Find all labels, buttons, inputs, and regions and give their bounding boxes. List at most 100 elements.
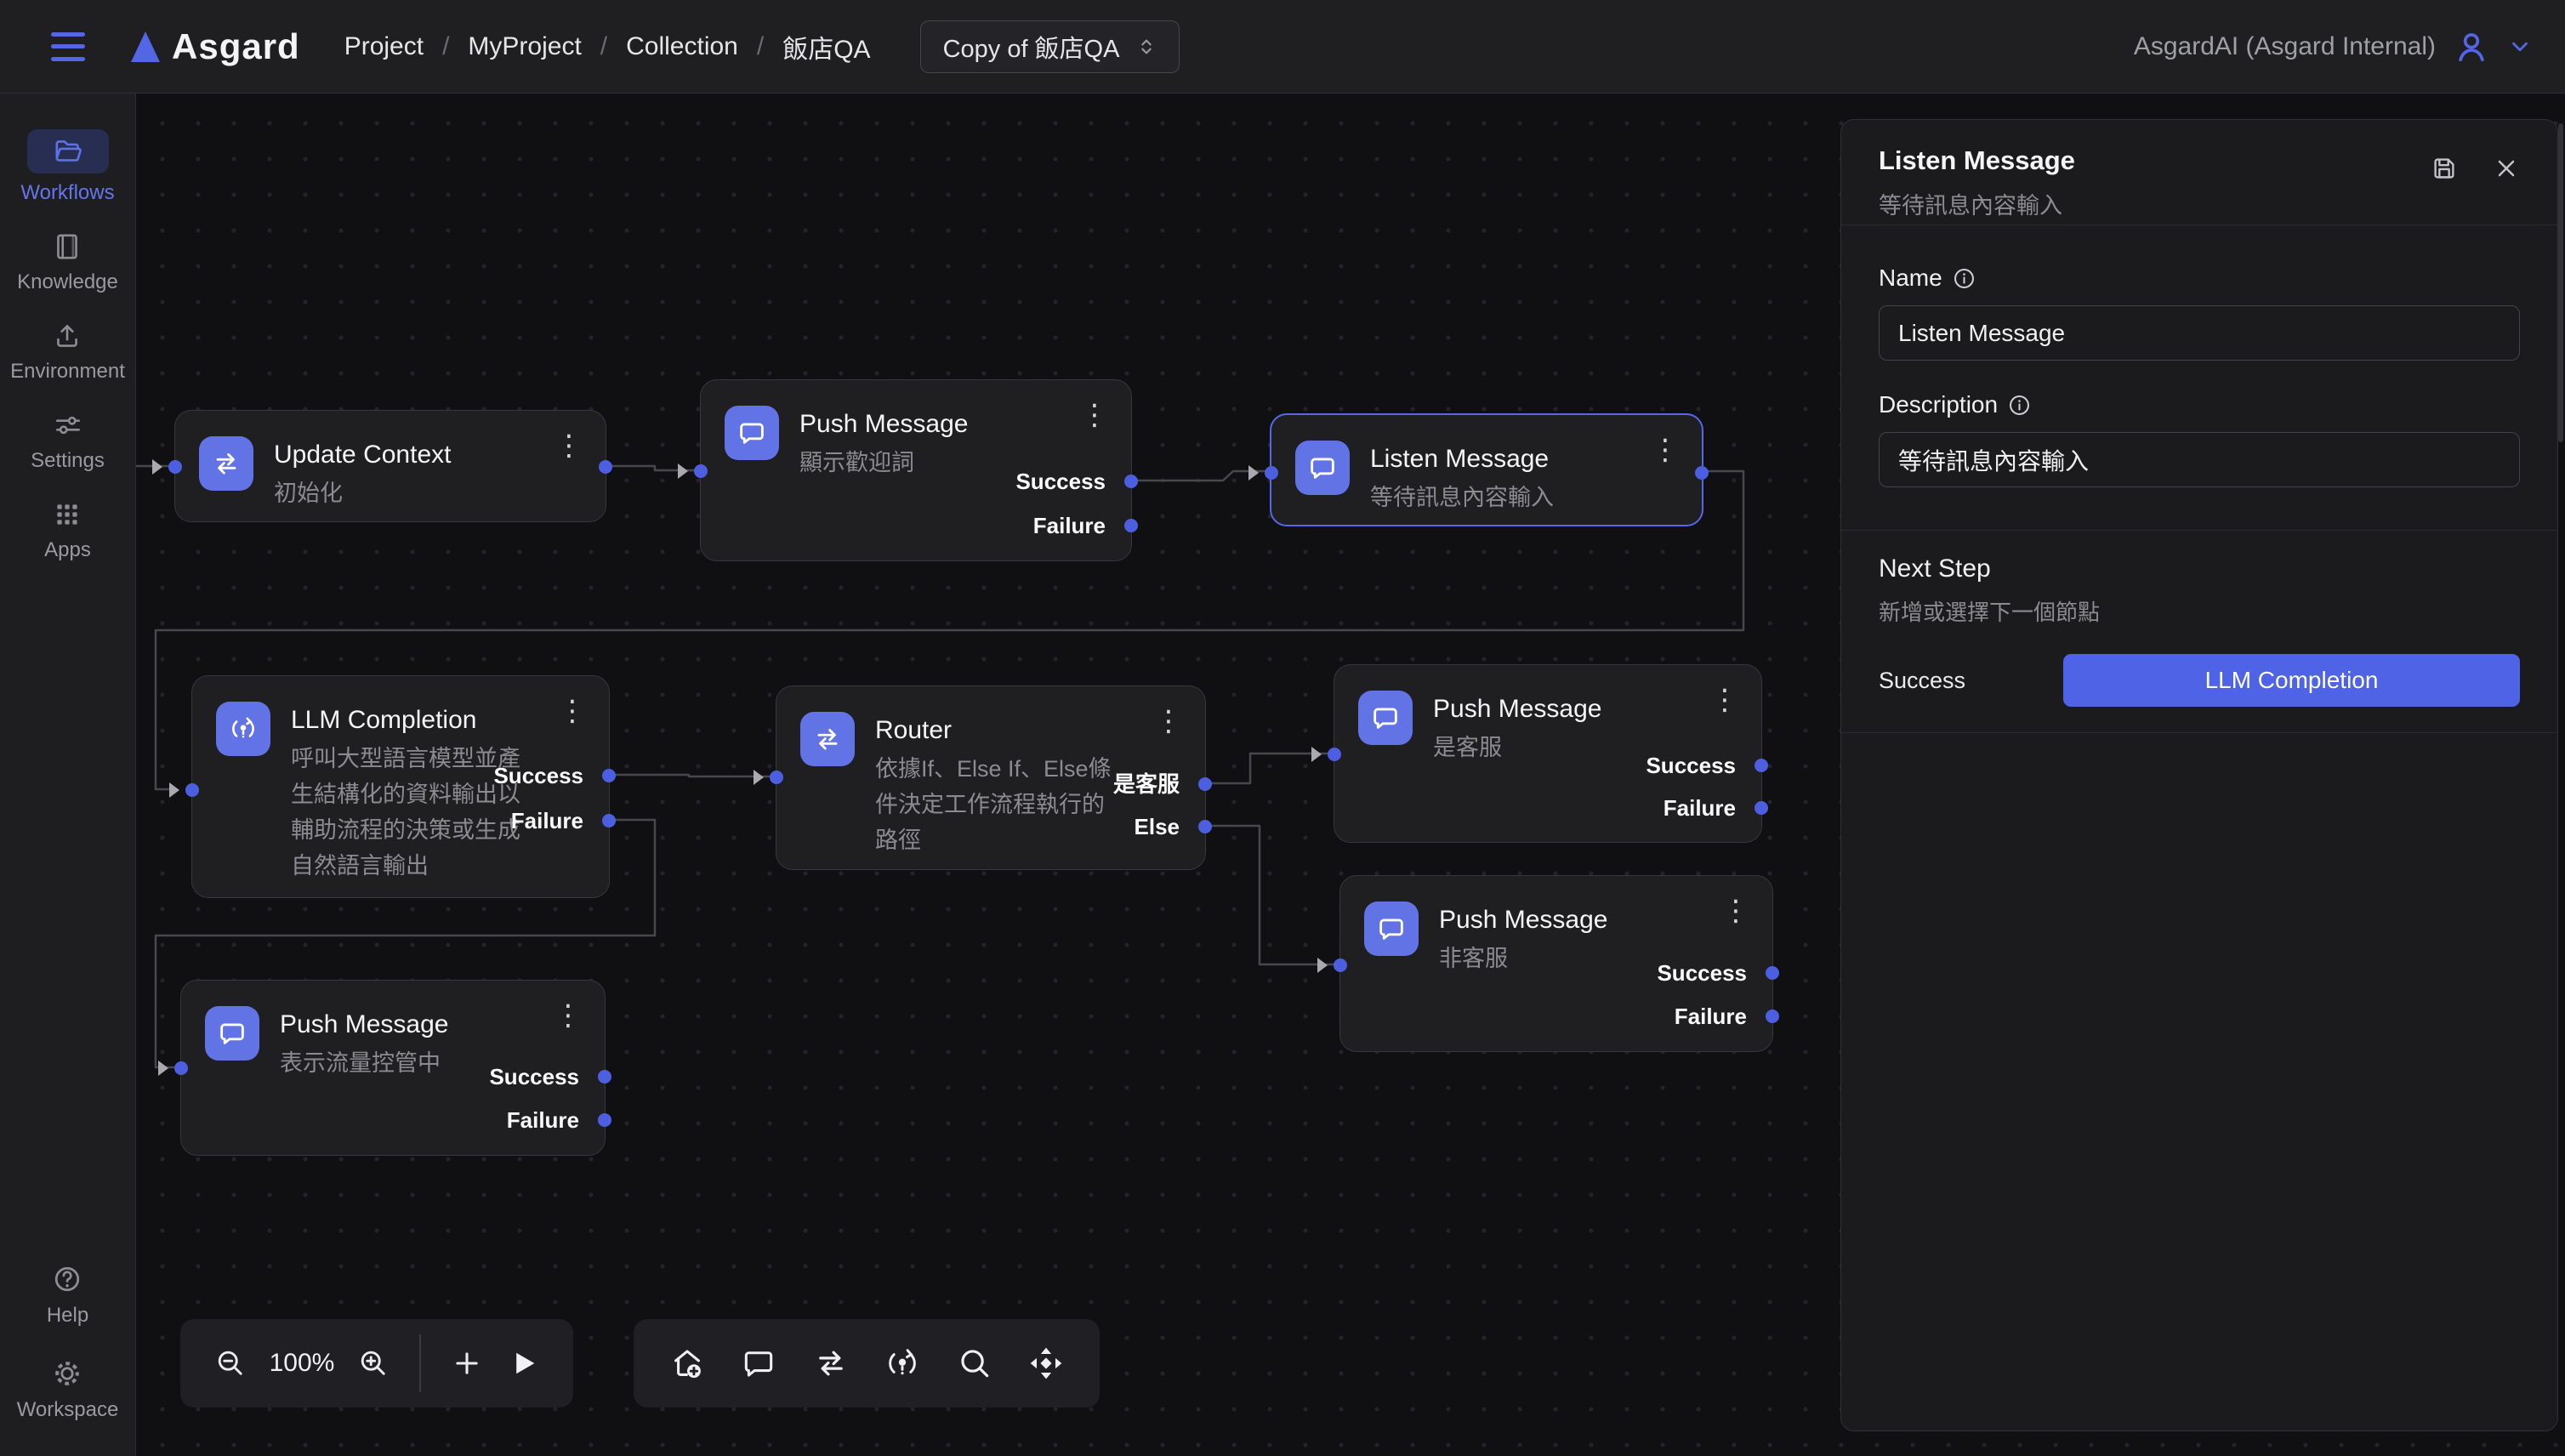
help-circle-icon (50, 1262, 84, 1296)
node-title: Push Message (1439, 903, 1607, 937)
add-node-home-icon[interactable] (668, 1345, 706, 1382)
run-button[interactable] (506, 1346, 540, 1380)
next-step-target-button[interactable]: LLM Completion (2063, 654, 2520, 707)
book-icon (51, 230, 83, 263)
chat-bubble-icon[interactable] (740, 1345, 777, 1382)
swap-arrows-icon[interactable] (812, 1345, 850, 1382)
llm-loop-icon[interactable] (884, 1345, 921, 1382)
output-port[interactable] (1755, 759, 1768, 772)
sidebar-item-workflows[interactable]: Workflows (20, 129, 114, 205)
chevrons-up-down-icon (1136, 37, 1157, 57)
node-title: Listen Message (1370, 442, 1554, 476)
sidebar-label: Apps (44, 538, 91, 562)
move-icon[interactable] (1027, 1345, 1065, 1382)
output-port[interactable] (1766, 1010, 1779, 1023)
app-logo[interactable]: Asgard (131, 26, 300, 67)
save-button[interactable] (2430, 154, 2459, 183)
sidebar-item-help[interactable]: Help (47, 1262, 88, 1328)
input-port-arrow-icon (754, 770, 764, 785)
inspector-subtitle: 等待訊息內容輸入 (1879, 187, 2520, 220)
name-input[interactable] (1879, 305, 2520, 361)
node-menu-button[interactable]: ⋮ (1710, 685, 1739, 714)
close-icon[interactable] (2493, 154, 2520, 183)
output-port[interactable] (598, 1070, 611, 1083)
workflow-version-dropdown[interactable]: Copy of 飯店QA (920, 20, 1180, 73)
node-menu-button[interactable]: ⋮ (555, 431, 583, 460)
chat-bubble-icon (725, 406, 779, 460)
node-menu-button[interactable]: ⋮ (558, 697, 587, 725)
input-port[interactable] (1328, 748, 1341, 761)
chevron-down-icon[interactable] (2507, 34, 2533, 60)
output-port[interactable] (1755, 801, 1768, 815)
sidebar-label: Settings (31, 449, 105, 473)
node-menu-button[interactable]: ⋮ (1651, 435, 1680, 464)
zoom-out-icon[interactable] (213, 1346, 247, 1380)
zoom-level: 100% (270, 1349, 335, 1378)
workflow-node-update-context[interactable]: Update Context初始化⋮ (174, 410, 606, 522)
input-port-arrow-icon (152, 459, 162, 475)
output-port[interactable] (1124, 519, 1138, 532)
node-subtitle: 非客服 (1439, 941, 1607, 976)
output-port[interactable] (602, 814, 616, 828)
node-menu-button[interactable]: ⋮ (1080, 401, 1109, 429)
breadcrumb-separator: / (600, 32, 607, 61)
input-port-arrow-icon (169, 782, 179, 798)
person-icon (2453, 28, 2490, 65)
sidebar-label: Environment (10, 360, 125, 384)
input-port[interactable] (168, 460, 182, 474)
user-menu-button[interactable] (2453, 28, 2490, 65)
toolbar-divider (419, 1334, 421, 1392)
top-bar: Asgard Project / MyProject / Collection … (0, 0, 2565, 94)
breadcrumb-myproject[interactable]: MyProject (468, 32, 581, 61)
output-port[interactable] (598, 1113, 611, 1127)
output-port-label: Success (493, 761, 583, 790)
sidebar-label: Knowledge (17, 270, 118, 294)
workflow-node-llm-completion[interactable]: LLM Completion呼叫大型語言模型並產生結構化的資料輸出以輔助流程的決… (191, 675, 610, 898)
chat-bubble-icon (1358, 691, 1413, 745)
node-menu-button[interactable]: ⋮ (554, 1001, 583, 1030)
input-port[interactable] (174, 1061, 188, 1075)
sidebar-item-apps[interactable]: Apps (44, 498, 91, 562)
node-menu-button[interactable]: ⋮ (1721, 896, 1750, 925)
output-port[interactable] (1695, 466, 1709, 480)
breadcrumb-separator: / (442, 32, 449, 61)
output-port[interactable] (1198, 777, 1212, 791)
sidebar-item-workspace[interactable]: Workspace (17, 1356, 119, 1422)
node-menu-button[interactable]: ⋮ (1154, 707, 1183, 736)
workflow-node-router[interactable]: Router依據If、Else If、Else條件決定工作流程執行的路徑⋮是客服… (776, 685, 1206, 870)
llm-loop-icon (216, 702, 270, 756)
workflow-node-push-message-throttle[interactable]: Push Message表示流量控管中⋮SuccessFailure (180, 980, 606, 1156)
breadcrumb-collection[interactable]: Collection (626, 32, 738, 61)
scrollbar[interactable] (2558, 123, 2563, 442)
workflow-node-push-message-agent[interactable]: Push Message是客服⋮SuccessFailure (1334, 664, 1762, 843)
workflow-node-listen-message[interactable]: Listen Message等待訊息內容輸入⋮ (1270, 413, 1703, 526)
input-port-arrow-icon (1311, 747, 1322, 762)
workflow-node-push-message-not-agent[interactable]: Push Message非客服⋮SuccessFailure (1339, 875, 1773, 1052)
breadcrumb-project[interactable]: Project (344, 32, 424, 61)
node-title: Update Context (274, 438, 451, 472)
zoom-in-icon[interactable] (356, 1346, 390, 1380)
output-port[interactable] (599, 460, 612, 474)
description-input[interactable] (1879, 432, 2520, 487)
gear-icon (50, 1356, 84, 1391)
input-port[interactable] (185, 783, 199, 797)
input-port[interactable] (694, 464, 708, 478)
output-port[interactable] (1766, 966, 1779, 980)
input-port[interactable] (1265, 466, 1278, 480)
workflow-node-push-message-welcome[interactable]: Push Message顯示歡迎詞⋮SuccessFailure (700, 379, 1132, 561)
node-subtitle: 依據If、Else If、Else條件決定工作流程執行的路徑 (875, 751, 1120, 858)
output-port[interactable] (602, 769, 616, 782)
menu-button[interactable] (51, 32, 88, 61)
input-port[interactable] (770, 771, 783, 784)
sidebar-item-knowledge[interactable]: Knowledge (17, 230, 118, 294)
add-button[interactable] (450, 1346, 484, 1380)
output-port[interactable] (1124, 475, 1138, 488)
output-port-label: Success (1657, 958, 1747, 987)
search-icon[interactable] (956, 1345, 993, 1382)
output-port[interactable] (1198, 820, 1212, 833)
breadcrumb-workflow[interactable]: 飯店QA (782, 28, 870, 65)
next-step-title: Next Step (1879, 555, 2520, 583)
input-port[interactable] (1334, 958, 1347, 972)
sidebar-item-environment[interactable]: Environment (10, 320, 125, 384)
sidebar-item-settings[interactable]: Settings (31, 409, 105, 473)
